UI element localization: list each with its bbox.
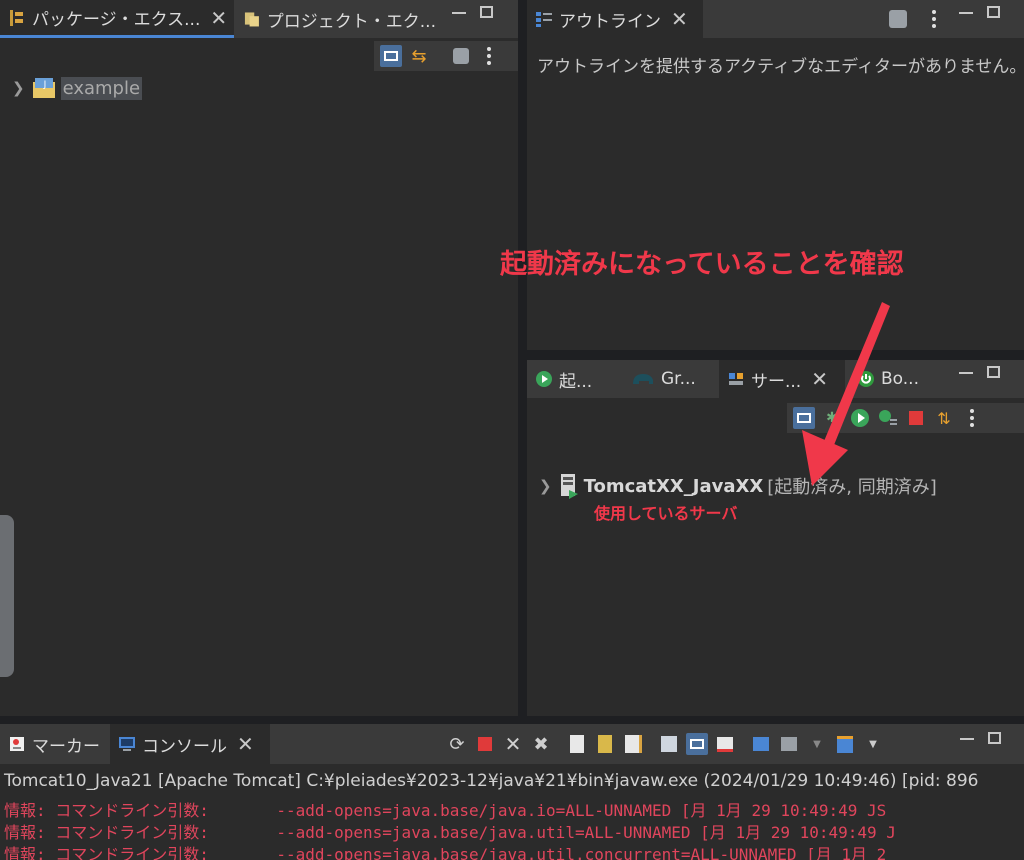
pin-console-icon[interactable] xyxy=(750,733,772,755)
view-menu-button[interactable] xyxy=(478,45,500,67)
tab-package-explorer[interactable]: パッケージ・エクス... ✕ xyxy=(0,0,234,38)
outline-panel: アウトライン ✕ アウトラインを提供するアクティブなエディターがありません。 xyxy=(527,0,1024,350)
run-icon xyxy=(536,371,552,387)
word-wrap-icon[interactable] xyxy=(622,733,644,755)
servers-panel: 起... Gr... サー... ✕ Bo... ✱ ⇅ ❯ TomcatXX_… xyxy=(527,360,1024,716)
display-console-icon[interactable] xyxy=(778,733,800,755)
minimize-button[interactable] xyxy=(452,12,466,14)
tab-label: アウトライン xyxy=(559,11,661,32)
markers-icon xyxy=(10,737,24,751)
servers-tabbar: 起... Gr... サー... ✕ Bo... xyxy=(527,360,1024,398)
chevron-down-icon[interactable]: ▼ xyxy=(806,733,828,755)
annotation-server-in-use: 使用しているサーバ xyxy=(594,504,738,523)
scroll-lock-icon[interactable] xyxy=(594,733,616,755)
close-icon[interactable]: ✕ xyxy=(237,732,254,756)
annotation-arrow xyxy=(802,302,890,486)
resize-handle[interactable] xyxy=(0,515,14,677)
tab-label: 起... xyxy=(559,371,593,392)
maximize-button[interactable] xyxy=(987,6,1000,18)
view-controls xyxy=(452,6,493,18)
chevron-right-icon[interactable]: ❯ xyxy=(12,79,25,97)
tab-label: Gr... xyxy=(661,369,696,389)
bottom-tabbar: マーカー コンソール ✕ ⟳ ✕ ✖ ▼ ▼ xyxy=(0,724,1024,764)
console-panel: マーカー コンソール ✕ ⟳ ✕ ✖ ▼ ▼ Tomcat10_Java21 [… xyxy=(0,724,1024,860)
maximize-button[interactable] xyxy=(988,732,1001,744)
maximize-button[interactable] xyxy=(987,366,1000,378)
tab-label: マーカー xyxy=(32,736,100,757)
view-menu-button[interactable] xyxy=(961,407,983,429)
console-line: 情報: コマンドライン引数: --add-opens=java.base/jav… xyxy=(4,845,887,860)
tab-launch[interactable]: 起... xyxy=(527,360,619,398)
servers-icon xyxy=(729,373,743,385)
left-toolbar: ⇆ xyxy=(374,41,518,71)
tree-item-example[interactable]: ❯ J example xyxy=(12,76,143,100)
close-icon[interactable]: ✕ xyxy=(671,7,688,31)
close-icon[interactable]: ✕ xyxy=(210,6,227,30)
show-on-error-icon[interactable] xyxy=(714,733,736,755)
project-folder-icon: J xyxy=(32,78,55,98)
package-explorer-panel: パッケージ・エクス... ✕ プロジェクト・エク... ⇆ ❯ J exampl… xyxy=(0,0,518,716)
console-icon xyxy=(119,737,135,751)
gradle-elephant-icon xyxy=(633,374,653,384)
tab-label: コンソール xyxy=(142,736,227,757)
svg-text:J: J xyxy=(42,80,46,90)
outline-icon xyxy=(536,12,552,27)
package-explorer-icon xyxy=(10,9,23,26)
annotation-confirm-started: 起動済みになっていることを確認 xyxy=(500,249,904,280)
console-line: 情報: コマンドライン引数: --add-opens=java.base/jav… xyxy=(4,801,887,820)
console-toolbar: ⟳ ✕ ✖ ▼ ▼ xyxy=(440,728,954,760)
view-controls xyxy=(960,732,1001,744)
minimize-button[interactable] xyxy=(960,738,974,740)
tab-label: パッケージ・エクス... xyxy=(32,10,201,30)
view-controls xyxy=(959,6,1000,18)
tab-markers[interactable]: マーカー xyxy=(0,724,108,764)
clear-console-icon[interactable] xyxy=(566,733,588,755)
terminate-button[interactable] xyxy=(474,733,496,755)
refresh-icon[interactable]: ⟳ xyxy=(446,733,468,755)
new-console-icon[interactable] xyxy=(834,733,856,755)
remove-all-icon[interactable]: ✖ xyxy=(530,733,552,755)
publish-server-icon[interactable]: ⇅ xyxy=(933,407,955,429)
console-line: 情報: コマンドライン引数: --add-opens=java.base/jav… xyxy=(4,823,896,842)
tab-label: プロジェクト・エク... xyxy=(266,11,436,32)
project-explorer-icon xyxy=(244,12,259,27)
show-on-output-icon[interactable] xyxy=(686,733,708,755)
chevron-down-icon[interactable]: ▼ xyxy=(862,733,884,755)
outline-tabbar: アウトライン ✕ xyxy=(527,0,1024,38)
tab-gradle[interactable]: Gr... xyxy=(623,360,715,398)
minimize-button[interactable] xyxy=(959,12,973,14)
left-tabbar: パッケージ・エクス... ✕ プロジェクト・エク... xyxy=(0,0,518,38)
tab-outline[interactable]: アウトライン ✕ xyxy=(527,0,703,38)
save-icon[interactable] xyxy=(658,733,680,755)
view-controls xyxy=(959,366,1000,378)
tab-console[interactable]: コンソール ✕ xyxy=(110,724,270,764)
tomcat-server-icon xyxy=(560,474,578,499)
filters-icon[interactable] xyxy=(450,45,472,67)
console-header: Tomcat10_Java21 [Apache Tomcat] C:¥pleia… xyxy=(4,771,979,791)
tree-item-label: example xyxy=(60,76,143,100)
tab-project-explorer[interactable]: プロジェクト・エク... xyxy=(236,0,436,38)
maximize-button[interactable] xyxy=(480,6,493,18)
link-with-editor-button[interactable]: ⇆ xyxy=(408,45,430,67)
filters-icon[interactable] xyxy=(887,8,909,30)
chevron-right-icon[interactable]: ❯ xyxy=(539,477,552,495)
collapse-all-button[interactable] xyxy=(380,45,402,67)
minimize-button[interactable] xyxy=(959,372,973,374)
view-menu-button[interactable] xyxy=(923,8,945,30)
server-name: TomcatXX_JavaXX xyxy=(583,475,764,497)
remove-launch-icon[interactable]: ✕ xyxy=(502,732,524,756)
outline-empty-message: アウトラインを提供するアクティブなエディターがありません。 xyxy=(537,57,1024,77)
